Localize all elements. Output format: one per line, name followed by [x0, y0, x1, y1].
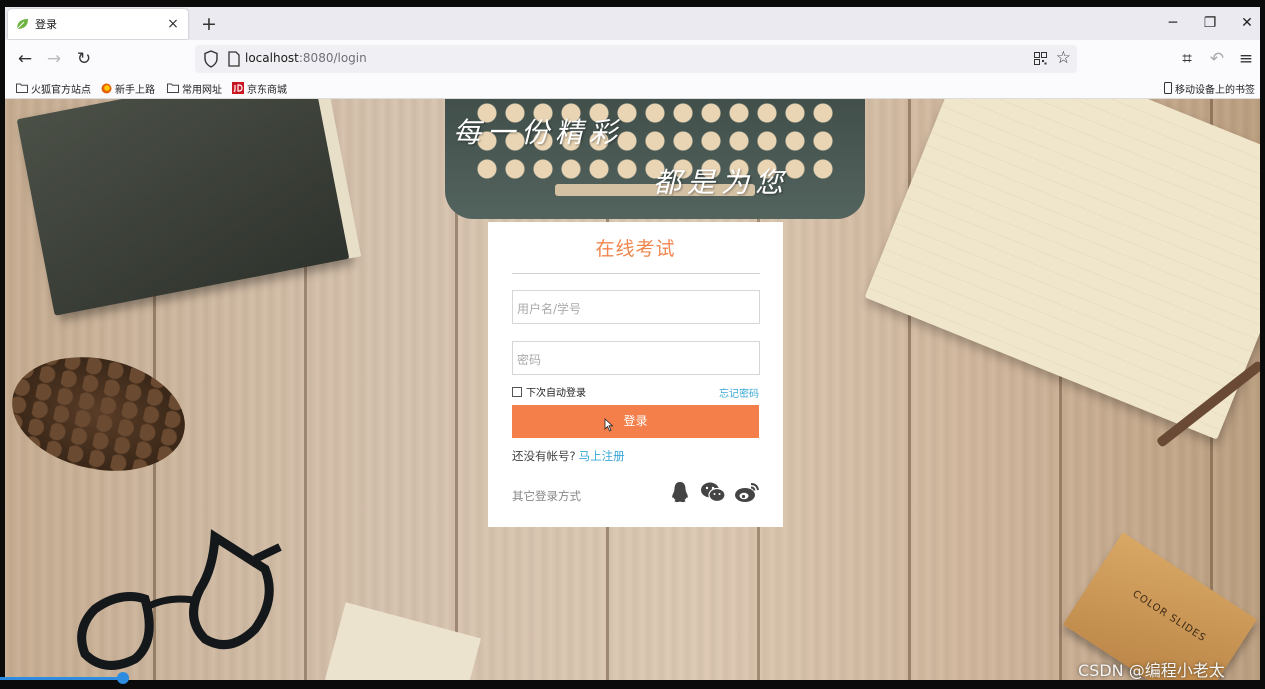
pinecone-illustration	[5, 342, 196, 486]
bookmark-mobile[interactable]: 移动设备上的书签	[1164, 80, 1255, 96]
bookmark-jd[interactable]: 京东商城	[232, 80, 287, 96]
url-path: :8080/login	[298, 51, 367, 65]
username-placeholder: 用户名/学号	[517, 302, 582, 316]
remember-me-checkbox[interactable]: 下次自动登录	[512, 384, 586, 399]
bookmark-firefox-site[interactable]: 火狐官方站点	[16, 80, 91, 96]
page-icon[interactable]	[227, 51, 241, 67]
login-title: 在线考试	[595, 238, 676, 260]
screenshot-crop-icon[interactable]: ⌗	[1175, 47, 1199, 71]
folder-icon	[167, 83, 179, 93]
back-button[interactable]: ←	[13, 47, 37, 71]
wechat-icon[interactable]	[700, 480, 726, 504]
book-illustration	[16, 99, 350, 316]
forgot-password-link[interactable]: 忘记密码	[719, 385, 759, 400]
glasses-illustration	[77, 529, 282, 670]
title-divider	[512, 273, 760, 274]
url-host: localhost	[245, 51, 299, 65]
restore-button[interactable]: ❐	[1196, 11, 1224, 35]
login-page: COLOR SLIDES 每一份精彩 都是为您 在线考试 用户名/学号 密码 下…	[5, 99, 1260, 680]
bookmarks-bar: 火狐官方站点 新手上路 常用网址 京东商城 移动设备上的书签	[5, 77, 1260, 99]
remember-me-label: 下次自动登录	[526, 388, 586, 399]
bookmark-getting-started[interactable]: 新手上路	[101, 80, 155, 96]
bookmark-star-icon[interactable]: ☆	[1056, 47, 1071, 69]
checkbox-box[interactable]	[512, 386, 522, 397]
minimize-button[interactable]: ─	[1159, 11, 1187, 35]
address-bar[interactable]: localhost:8080/login ☆	[195, 45, 1077, 73]
browser-window: 登录 × + ─ ❐ ✕ ← → ↻ localhost:8080/login …	[5, 7, 1260, 680]
reload-button[interactable]: ↻	[72, 47, 96, 71]
undo-icon[interactable]: ↶	[1205, 47, 1229, 71]
new-tab-button[interactable]: +	[197, 12, 221, 36]
register-link[interactable]: 马上注册	[579, 449, 625, 463]
bookmark-label: 新手上路	[115, 84, 155, 96]
box-label: COLOR SLIDES	[1130, 588, 1208, 645]
video-progress-bar[interactable]	[0, 677, 122, 680]
menu-icon[interactable]: ≡	[1234, 47, 1258, 71]
banner-line-1: 每一份精彩	[453, 116, 624, 149]
mobile-device-icon	[1164, 82, 1172, 94]
other-login-label: 其它登录方式	[512, 489, 581, 503]
jd-logo-icon	[232, 82, 244, 94]
watermark: CSDN @编程小老太	[1078, 661, 1225, 680]
no-account-prompt: 还没有帐号? 马上注册	[512, 448, 625, 464]
weibo-icon[interactable]	[734, 480, 760, 504]
password-placeholder: 密码	[517, 353, 542, 367]
firefox-icon	[101, 83, 112, 93]
video-progress-handle[interactable]	[117, 672, 129, 684]
qq-icon[interactable]	[668, 480, 692, 504]
qr-code-icon[interactable]	[1034, 52, 1047, 65]
notebook-illustration	[864, 99, 1260, 440]
banner-line-2: 都是为您	[653, 166, 790, 199]
tab-login[interactable]: 登录 ×	[8, 9, 188, 39]
no-account-text: 还没有帐号?	[512, 449, 576, 463]
bookmark-label: 移动设备上的书签	[1175, 84, 1255, 96]
close-window-button[interactable]: ✕	[1233, 11, 1260, 35]
login-card: 在线考试 用户名/学号 密码 下次自动登录 忘记密码 登录 还没有帐号? 马上注册…	[488, 222, 783, 527]
password-input[interactable]: 密码	[512, 341, 760, 375]
bookmark-common-sites[interactable]: 常用网址	[167, 80, 222, 96]
paper-illustration	[325, 602, 481, 680]
tab-strip: 登录 × + ─ ❐ ✕	[5, 7, 1260, 40]
nav-bar: ← → ↻ localhost:8080/login ☆ ⌗ ↶ ≡	[5, 40, 1260, 77]
forward-button[interactable]: →	[42, 47, 66, 71]
bookmark-label: 京东商城	[247, 84, 287, 96]
shield-icon[interactable]	[203, 50, 219, 68]
mouse-cursor-icon	[604, 418, 614, 432]
url-text[interactable]: localhost:8080/login	[245, 51, 367, 65]
bookmark-label: 常用网址	[182, 84, 222, 96]
bookmark-label: 火狐官方站点	[31, 84, 91, 96]
folder-icon	[16, 83, 28, 93]
tab-title: 登录	[35, 18, 57, 31]
username-input[interactable]: 用户名/学号	[512, 290, 760, 324]
login-button[interactable]: 登录	[512, 405, 759, 438]
spring-leaf-icon	[16, 19, 28, 30]
close-tab-icon[interactable]: ×	[164, 15, 182, 33]
